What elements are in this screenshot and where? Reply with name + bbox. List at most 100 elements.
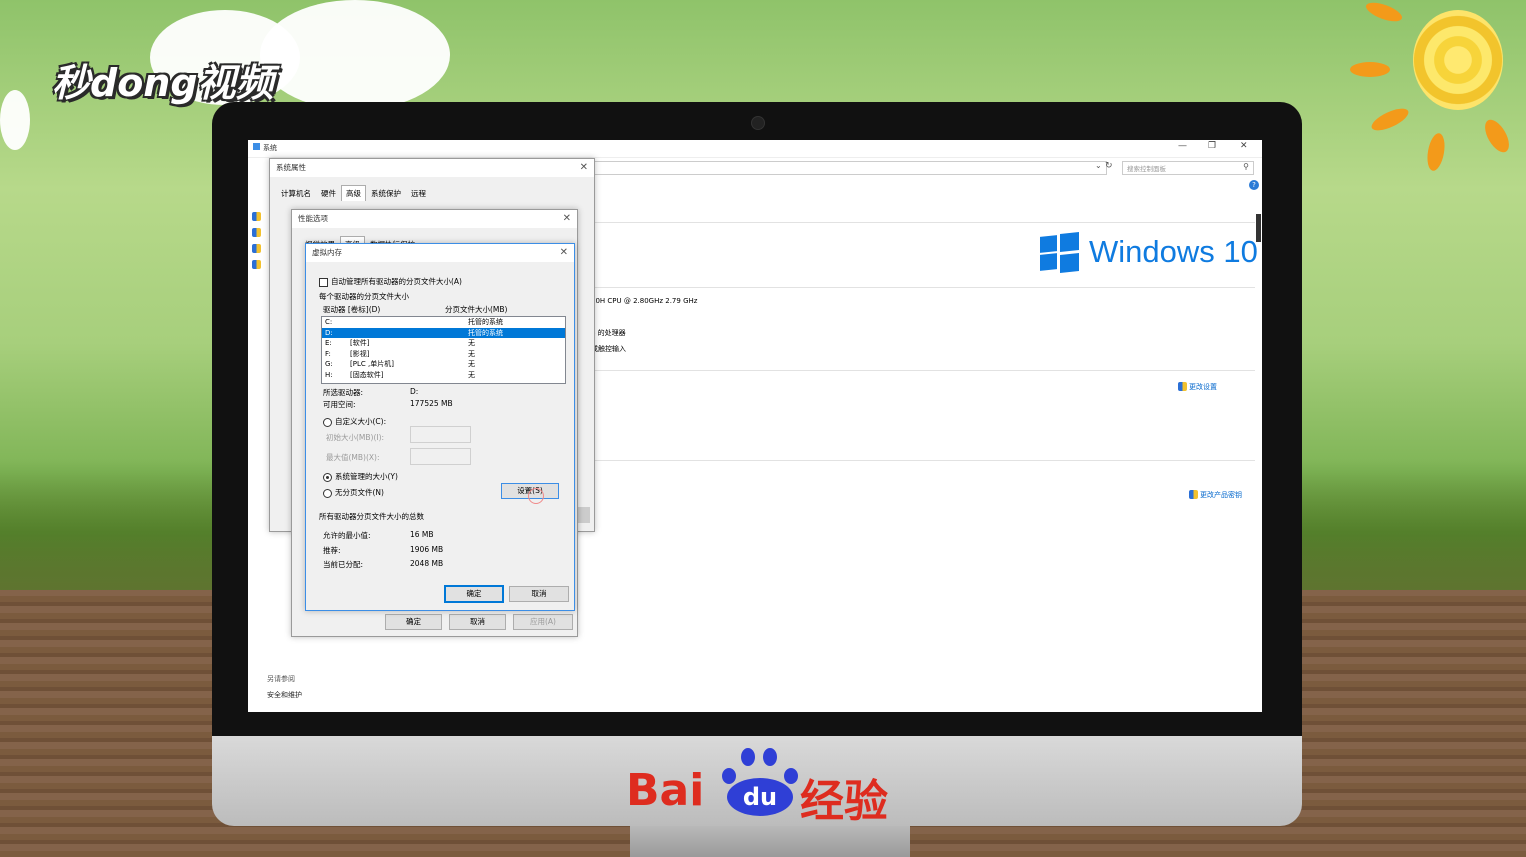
minimize-button[interactable]: —: [1178, 141, 1187, 151]
security-link[interactable]: 安全和维护: [267, 690, 302, 700]
baidu-logo: Bai: [626, 765, 704, 816]
perf-apply-button[interactable]: 应用(A): [513, 614, 573, 630]
baidu-paw-du: du: [727, 778, 793, 816]
free-space-label: 可用空间:: [323, 400, 356, 409]
processor-info: 4 的处理器: [591, 329, 626, 337]
baidu-text-left: Bai: [626, 765, 705, 816]
baidu-paw-icon: [722, 768, 736, 784]
auto-manage-checkbox[interactable]: 自动管理所有驱动器的分页文件大小(A): [319, 276, 462, 287]
tab-advanced[interactable]: 高级: [341, 185, 366, 201]
drive-row[interactable]: F: [影视] 无: [322, 349, 565, 360]
sun-ray-icon: [1363, 0, 1405, 26]
system-managed-radio[interactable]: 系统管理的大小(Y): [323, 471, 398, 482]
baidu-paw-icon: [784, 768, 798, 784]
initial-size-input[interactable]: [410, 426, 471, 443]
no-paging-radio[interactable]: 无分页文件(N): [323, 487, 384, 498]
shield-icon: [252, 244, 261, 253]
drive-row-selected[interactable]: D: 托管的系统: [322, 327, 565, 338]
drive-row[interactable]: E: [软件] 无: [322, 338, 565, 349]
cloud-shape: [260, 0, 450, 110]
maximize-button[interactable]: ❐: [1208, 141, 1216, 151]
chevron-down-icon[interactable]: ⌄: [1095, 161, 1102, 170]
custom-size-radio[interactable]: 自定义大小(C):: [323, 416, 386, 427]
webcam-icon: [751, 116, 765, 130]
refresh-icon[interactable]: ↻: [1105, 161, 1113, 171]
system-window-icon: [253, 143, 260, 150]
drive-row[interactable]: G: [PLC ,单片机] 无: [322, 359, 565, 370]
hidden-button-edge: [578, 507, 590, 523]
divider: [590, 222, 1255, 223]
help-icon[interactable]: ?: [1249, 180, 1259, 190]
system-properties-tabs: 计算机名 硬件 高级 系统保护 远程: [270, 177, 594, 202]
sun-ray-icon: [1424, 131, 1448, 173]
tab-remote[interactable]: 远程: [406, 185, 431, 202]
sun-ray-icon: [1368, 104, 1412, 135]
selected-drive-label: 所选驱动器:: [323, 388, 364, 397]
column-drive: 驱动器 [卷标](D): [323, 305, 381, 314]
recommended-value: 1906 MB: [410, 545, 444, 554]
watermark-logo: 秒dong视频: [52, 61, 274, 105]
tab-system-protection[interactable]: 系统保护: [366, 185, 406, 202]
baidu-paw-icon: [741, 748, 755, 766]
windows10-label: Windows 10: [1089, 234, 1258, 269]
baidu-jingyan: 经验: [800, 776, 888, 827]
perf-cancel-button[interactable]: 取消: [449, 614, 506, 630]
close-icon[interactable]: ✕: [560, 244, 568, 262]
shield-icon: [252, 228, 261, 237]
divider: [590, 287, 1255, 288]
shield-icon: [1178, 382, 1187, 391]
search-icon: ⚲: [1243, 162, 1249, 171]
shield-icon: [1189, 490, 1198, 499]
free-space-value: 177525 MB: [410, 399, 453, 408]
radio-circle[interactable]: [323, 417, 332, 427]
cursor-highlight: [528, 488, 544, 504]
close-icon[interactable]: ✕: [580, 159, 588, 177]
tab-computer-name[interactable]: 计算机名: [276, 185, 316, 202]
search-input[interactable]: 搜索控制面板 ⚲: [1122, 161, 1254, 175]
close-button[interactable]: ✕: [1240, 141, 1248, 151]
system-window-title: 系统: [263, 144, 277, 152]
drive-row[interactable]: C: 托管的系统: [322, 317, 565, 328]
perf-ok-button[interactable]: 确定: [385, 614, 442, 630]
current-allocated-label: 当前已分配:: [323, 560, 364, 569]
initial-size-label: 初始大小(MB)(I):: [326, 433, 385, 442]
cancel-button[interactable]: 取消: [509, 586, 569, 602]
min-allowed-label: 允许的最小值:: [323, 531, 371, 540]
tab-hardware[interactable]: 硬件: [316, 185, 341, 202]
shield-icon: [252, 260, 261, 269]
current-allocated-value: 2048 MB: [410, 559, 444, 568]
divider: [590, 460, 1255, 461]
monitor-stand: [630, 826, 910, 857]
address-bar[interactable]: [590, 161, 1107, 175]
cpu-info: 00H CPU @ 2.80GHz 2.79 GHz: [591, 297, 698, 305]
change-product-key-link[interactable]: 更改产品密钥: [1200, 490, 1242, 500]
cloud-shape: [0, 90, 30, 150]
drive-row[interactable]: H: [固态软件] 无: [322, 370, 565, 381]
shield-icon: [252, 212, 261, 221]
close-icon[interactable]: ✕: [563, 210, 571, 228]
windows-logo-icon: [1040, 232, 1080, 273]
recommended-label: 推荐:: [323, 546, 341, 555]
min-allowed-value: 16 MB: [410, 530, 434, 539]
total-group-label: 所有驱动器分页文件大小的总数: [319, 512, 424, 521]
touch-info: 或触控输入: [591, 345, 626, 353]
baidu-paw-icon: [763, 748, 777, 766]
radio-circle[interactable]: [323, 488, 332, 498]
change-settings-link[interactable]: 更改设置: [1189, 382, 1217, 392]
system-window-titlebar: [248, 140, 1262, 158]
maximum-size-input[interactable]: [410, 448, 471, 465]
per-drive-group-label: 每个驱动器的分页文件大小: [319, 292, 409, 301]
ok-button[interactable]: 确定: [444, 585, 504, 603]
performance-options-titlebar: 性能选项 ✕: [292, 210, 577, 228]
sun-icon: [1413, 10, 1503, 110]
radio-circle-checked[interactable]: [323, 472, 332, 482]
checkbox-box[interactable]: [319, 277, 328, 287]
divider: [590, 370, 1255, 371]
virtual-memory-titlebar: 虚拟内存 ✕: [306, 244, 574, 262]
sun-ray-icon: [1480, 115, 1514, 157]
column-paging-size: 分页文件大小(MB): [445, 305, 508, 314]
drive-list[interactable]: C: 托管的系统 D: 托管的系统 E: [软件] 无 F: [影视] 无 G: [PLC ,…: [321, 316, 566, 384]
selected-drive-value: D:: [410, 387, 419, 396]
maximum-size-label: 最大值(MB)(X):: [326, 453, 380, 462]
see-also-heading: 另请参阅: [267, 675, 295, 683]
